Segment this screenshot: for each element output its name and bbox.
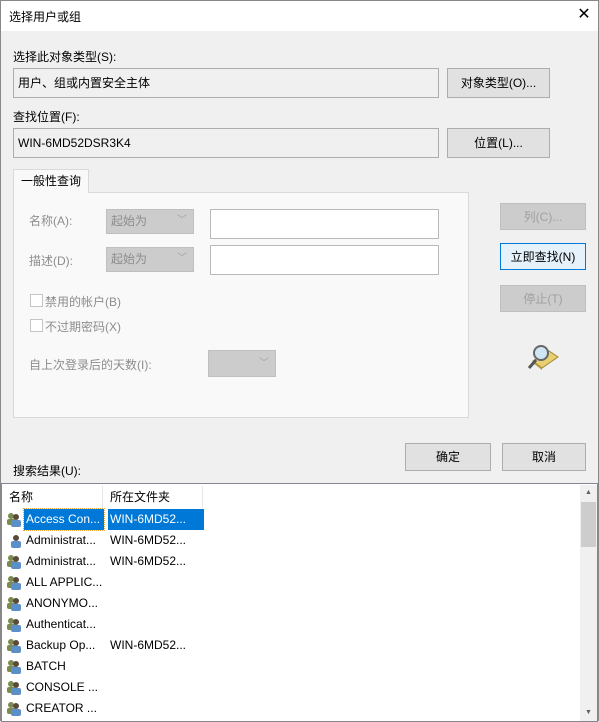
list-item[interactable]: Access Con... WIN-6MD52... [6, 508, 204, 531]
group-icon [7, 597, 21, 611]
list-item[interactable]: ALL APPLIC... [6, 572, 204, 593]
list-item[interactable]: ANONYMO... [6, 593, 204, 614]
stop-button[interactable]: 停止(T) [500, 285, 586, 312]
group-icon [7, 702, 21, 716]
result-name: Authenticat... [26, 617, 97, 631]
group-icon [7, 639, 21, 653]
scroll-up-icon[interactable]: ▲ [585, 489, 592, 496]
scrollbar-thumb[interactable] [581, 502, 596, 547]
columns-button[interactable]: 列(C)... [500, 203, 586, 230]
result-name: BATCH [26, 659, 66, 673]
object-type-field: 用户、组或内置安全主体 [13, 68, 439, 98]
chevron-down-icon: ﹀ [177, 215, 187, 226]
search-magnifier-icon [527, 345, 559, 370]
list-item[interactable]: Administrat... WIN-6MD52... [6, 551, 204, 572]
title-bar [1, 1, 598, 31]
group-icon [7, 576, 21, 590]
vertical-scrollbar[interactable]: ▲ ▼ [580, 485, 597, 721]
non-expiring-password-label: 不过期密码(X) [45, 320, 121, 334]
result-name: Administrat... [26, 533, 97, 547]
result-name: Access Con... [23, 508, 105, 531]
search-results-label: 搜索结果(U): [13, 464, 81, 478]
scroll-down-icon[interactable]: ▼ [585, 709, 592, 716]
group-icon [7, 681, 21, 695]
locations-button[interactable]: 位置(L)... [447, 128, 550, 158]
list-item[interactable]: CONSOLE ... [6, 677, 204, 698]
chevron-down-icon: ﹀ [259, 358, 269, 369]
list-item[interactable]: Backup Op... WIN-6MD52... [6, 635, 204, 656]
close-button[interactable]: ✕ [573, 3, 595, 27]
group-icon [7, 555, 21, 569]
description-mode-select[interactable]: 起始为 ﹀ [106, 247, 194, 272]
result-name: ALL APPLIC... [26, 575, 103, 589]
non-expiring-password-checkbox[interactable] [30, 319, 43, 332]
days-since-logon-label: 自上次登录后的天数(I): [29, 358, 152, 372]
location-label: 查找位置(F): [13, 110, 80, 124]
name-input[interactable] [210, 209, 439, 239]
result-name: ANONYMO... [26, 596, 99, 610]
ok-button[interactable]: 确定 [405, 443, 491, 471]
group-icon [7, 618, 21, 632]
days-since-logon-select[interactable]: ﹀ [208, 350, 276, 377]
name-mode-value: 起始为 [111, 214, 148, 228]
window-title: 选择用户或组 [9, 10, 82, 24]
list-item[interactable]: CREATOR ... [6, 698, 204, 719]
location-field: WIN-6MD52DSR3K4 [13, 128, 439, 158]
list-item[interactable]: Administrat... WIN-6MD52... [6, 530, 204, 551]
disabled-accounts-label: 禁用的帐户(B) [45, 295, 121, 309]
name-mode-select[interactable]: 起始为 ﹀ [106, 209, 194, 234]
result-name: Administrat... [26, 554, 97, 568]
group-icon [7, 660, 21, 674]
list-item[interactable]: Authenticat... [6, 614, 204, 635]
user-icon [11, 535, 21, 548]
column-header-name[interactable]: 名称 [2, 486, 103, 508]
result-name: CONSOLE ... [26, 680, 99, 694]
result-folder: WIN-6MD52... [110, 638, 187, 652]
cancel-button[interactable]: 取消 [502, 443, 586, 471]
chevron-down-icon: ﹀ [177, 253, 187, 264]
results-list[interactable]: 名称 所在文件夹 Access Con... WIN-6MD52... Admini… [1, 483, 598, 722]
group-icon [7, 513, 21, 527]
object-type-label: 选择此对象类型(S): [13, 50, 117, 64]
disabled-accounts-checkbox[interactable] [30, 294, 43, 307]
result-folder: WIN-6MD52... [110, 554, 187, 568]
tab-common-queries[interactable]: 一般性查询 [13, 169, 89, 193]
name-label: 名称(A): [29, 214, 73, 228]
result-name: Backup Op... [26, 638, 96, 652]
result-folder: WIN-6MD52... [108, 509, 204, 530]
find-now-button[interactable]: 立即查找(N) [500, 243, 586, 270]
result-name: CREATOR ... [26, 701, 97, 715]
description-mode-value: 起始为 [111, 252, 148, 266]
result-folder: WIN-6MD52... [110, 533, 187, 547]
object-types-button[interactable]: 对象类型(O)... [447, 68, 550, 98]
list-item[interactable]: BATCH [6, 656, 204, 677]
column-header-folder[interactable]: 所在文件夹 [103, 486, 203, 508]
description-input[interactable] [210, 245, 439, 275]
description-label: 描述(D): [29, 254, 73, 268]
